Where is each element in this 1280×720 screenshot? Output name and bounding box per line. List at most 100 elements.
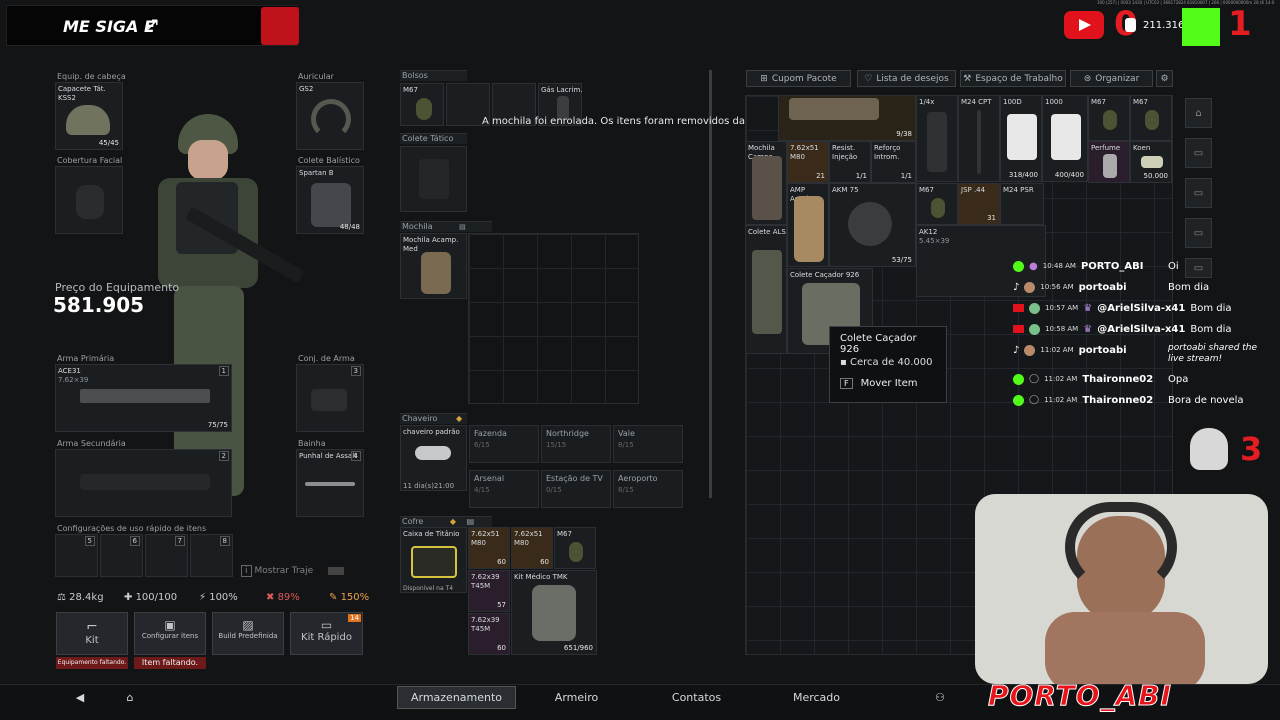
nav-market[interactable]: Mercado: [757, 686, 876, 709]
grenade-icon: [931, 198, 945, 218]
toggle-switch[interactable]: [328, 566, 345, 575]
quick-slot-7[interactable]: 7: [145, 534, 188, 577]
storage-item-1[interactable]: 9/38: [778, 95, 916, 141]
show-outfit-label: Mostrar Traje: [254, 566, 314, 576]
coupon-pack-tab[interactable]: ⊞ Cupom Pacote: [746, 70, 851, 87]
safe-item-2[interactable]: 7.62x51 M80 60: [511, 527, 553, 569]
safe-item-1[interactable]: 7.62x51 M80 60: [468, 527, 510, 569]
medkit-item[interactable]: Kit Médico TMK 651/960: [511, 570, 597, 655]
build-preset-button[interactable]: ▨ Build Predefinida: [212, 612, 284, 655]
energy-icon: ✎: [329, 592, 341, 603]
move-item-action[interactable]: F Mover Item: [840, 378, 936, 389]
storage-item-19[interactable]: Colete ALS: [745, 225, 787, 354]
stamina-stat: ⚡ 100%: [199, 592, 238, 603]
secondary-weapon-slot[interactable]: 2: [55, 449, 232, 517]
quick-slot-8[interactable]: 8: [190, 534, 233, 577]
nav-contacts[interactable]: Contatos: [637, 686, 756, 709]
storage-item-17[interactable]: JSP .44 31: [958, 183, 1000, 225]
safe-slot[interactable]: Caixa de Titânio Disponível na T4: [400, 527, 467, 593]
primary-weapon-slot[interactable]: ACE31 7.62×39 1 75/75: [55, 364, 232, 432]
storage-item-13[interactable]: Koen 50.000: [1130, 141, 1172, 183]
settings-button[interactable]: ⚙: [1156, 70, 1173, 87]
weight-value: 28.4kg: [69, 592, 104, 603]
quick-slot-5[interactable]: 5: [55, 534, 98, 577]
viewer-counter: 211.316: [1143, 20, 1185, 31]
head-slot[interactable]: Capacete Tát. KSS2 45/45: [55, 82, 123, 150]
storage-item-6[interactable]: M67: [1088, 95, 1130, 141]
panel-scrollbar[interactable]: [709, 70, 712, 498]
storage-item-16[interactable]: M67: [916, 183, 958, 225]
storage-item-15[interactable]: AKM 75 53/75: [829, 183, 916, 267]
keychain-slot[interactable]: chaveiro padrão 11 dia(s)21:00: [400, 425, 467, 491]
item-count: 50.000: [1143, 172, 1169, 180]
storage-item-11[interactable]: Reforço Introm. 1/1: [871, 141, 916, 183]
workspace-tab[interactable]: ⚒ Espaço de Trabalho: [960, 70, 1066, 87]
storage-item-2[interactable]: 1/4x: [916, 95, 958, 182]
key-map-fazenda[interactable]: Fazenda 6/15: [469, 425, 539, 463]
hotkey-f: F: [840, 378, 853, 389]
back-arrow-icon[interactable]: ◀: [68, 686, 92, 709]
storage-item-10[interactable]: Resist. Injeção 1/1: [829, 141, 871, 183]
storage-box-icon-1[interactable]: ▭: [1185, 138, 1212, 168]
chat-user: @ArielSilva-x41: [1097, 302, 1186, 314]
cloth-icon: [1007, 114, 1037, 160]
rig-slot[interactable]: [400, 146, 467, 212]
configure-items-button[interactable]: ▣ Configurar itens: [134, 612, 206, 655]
ear-slot[interactable]: GS2: [296, 82, 364, 150]
home-icon[interactable]: ⌂: [1185, 98, 1212, 128]
storage-item-4[interactable]: 100D 318/400: [1000, 95, 1042, 182]
quick-kit-button[interactable]: ▭ Kit Rápido 14: [290, 612, 363, 655]
item-count: 21: [816, 172, 825, 180]
organize-tab[interactable]: ⊜ Organizar: [1070, 70, 1153, 87]
storage-item-3[interactable]: M24 CPT: [958, 95, 1000, 182]
chat-avatar: [1029, 323, 1040, 335]
storage-item-14[interactable]: AMP Assalto: [787, 183, 829, 267]
nav-storage[interactable]: Armazenamento: [397, 686, 516, 709]
storage-item-9[interactable]: 7.62x51 M80 21: [787, 141, 829, 183]
safe-item-3[interactable]: M67: [554, 527, 596, 569]
sidearm-slot[interactable]: 3: [296, 364, 364, 432]
key-map-northridge[interactable]: Northridge 15/15: [541, 425, 611, 463]
storage-item-18[interactable]: M24 PSR: [1000, 183, 1044, 225]
key-map-airport[interactable]: Aeroporto 8/15: [613, 470, 683, 508]
rig-header: Colete Tático: [400, 133, 467, 144]
nav-armory[interactable]: Armeiro: [517, 686, 636, 709]
friends-icon[interactable]: ⚇: [928, 686, 952, 709]
vest-slot[interactable]: Spartan B 48/48: [296, 166, 364, 234]
home-nav-icon[interactable]: ⌂: [118, 686, 142, 709]
chat-user: Thaironne02: [1082, 373, 1154, 385]
storage-box-icon-3[interactable]: ▭: [1185, 218, 1212, 248]
item-count: 318/400: [1008, 171, 1038, 179]
item-tooltip: Colete Caçador 926 ▪ Cerca de 40.000 F M…: [829, 326, 947, 403]
key-map-vale[interactable]: Vale 8/15: [613, 425, 683, 463]
sheath-slot[interactable]: Punhal de Assalt 4: [296, 449, 364, 517]
backpack-grid[interactable]: [468, 233, 639, 404]
head-item-name: Capacete Tát. KSS2: [58, 85, 106, 102]
safe-item-4[interactable]: 7.62x39 T45M 57: [468, 570, 510, 612]
kit-button[interactable]: ⌐ Kit: [56, 612, 128, 655]
storage-box-icon-4[interactable]: ▭: [1185, 258, 1212, 278]
storage-item-7[interactable]: M67: [1130, 95, 1172, 141]
chat-user: Thaironne02: [1082, 394, 1154, 406]
backpack-bag-icon[interactable]: ▤: [459, 223, 466, 231]
storage-item-12[interactable]: Perfume: [1088, 141, 1130, 183]
rig-silhouette-icon: [419, 159, 449, 199]
pocket-slot-1[interactable]: M67: [400, 83, 444, 126]
storage-box-icon-2[interactable]: ▭: [1185, 178, 1212, 208]
key-map-arsenal[interactable]: Arsenal 4/15: [469, 470, 539, 508]
assault-pack-icon: [794, 196, 824, 262]
pockets-header: Bolsos: [400, 70, 467, 81]
safe-item-5[interactable]: 7.62x39 T45M 60: [468, 613, 510, 655]
backpack-slot[interactable]: Mochila Acamp. Med: [400, 233, 467, 299]
wishlist-tab[interactable]: ♡ Lista de desejos: [857, 70, 956, 87]
score-right: 1: [1228, 4, 1252, 44]
mask-icon: [76, 185, 104, 219]
show-outfit-toggle[interactable]: i Mostrar Traje: [241, 565, 345, 577]
quick-slot-6[interactable]: 6: [100, 534, 143, 577]
quick-slot-number: 5: [84, 536, 95, 546]
safe-bag-icon[interactable]: ▤: [467, 517, 475, 526]
face-slot[interactable]: [55, 166, 123, 234]
storage-item-5[interactable]: 1000 400/400: [1042, 95, 1088, 182]
storage-item-8[interactable]: Mochila Campo: [745, 141, 787, 225]
key-map-tv-station[interactable]: Estação de TV 0/15: [541, 470, 611, 508]
